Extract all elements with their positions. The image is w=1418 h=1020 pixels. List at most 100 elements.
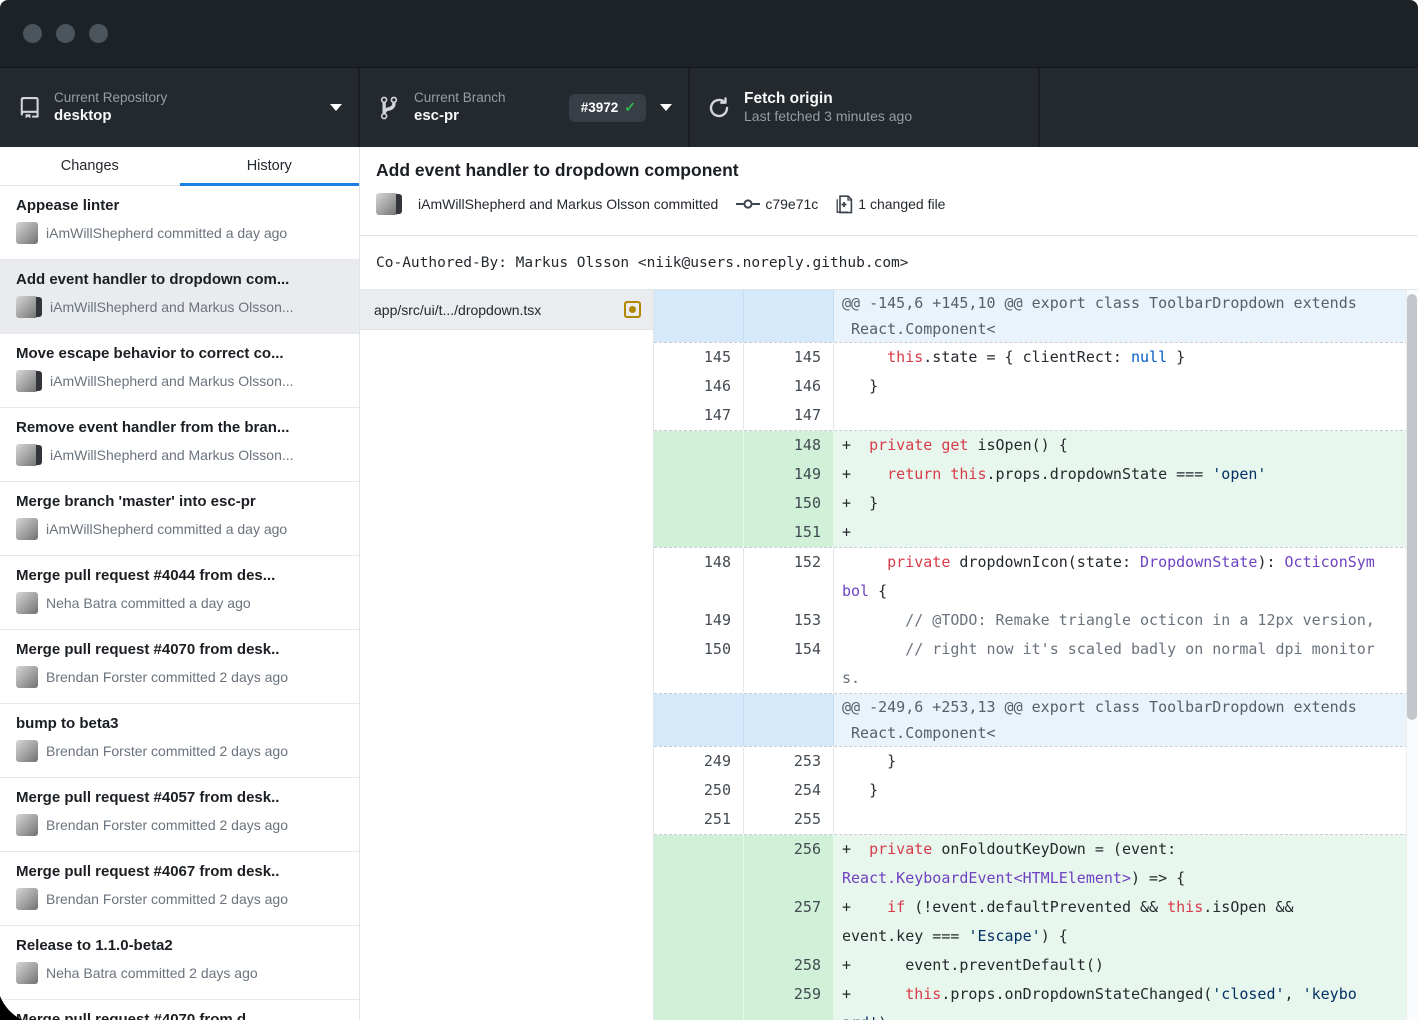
diff-code-line: this.state = { clientRect: null } xyxy=(842,343,1418,372)
file-path: app/src/ui/t.../dropdown.tsx xyxy=(374,302,624,318)
commit-list-item[interactable]: Merge pull request #4067 from desk..Bren… xyxy=(0,852,359,926)
old-line-number xyxy=(654,431,744,460)
current-repository-button[interactable]: Current Repository desktop xyxy=(0,68,360,147)
diff-code: @@ -145,6 +145,10 @@ export class Toolba… xyxy=(834,290,1418,342)
commit-summary: Merge branch 'master' into esc-pr xyxy=(16,493,343,510)
avatar xyxy=(16,592,38,614)
commit-byline-text: Brendan Forster committed 2 days ago xyxy=(46,669,288,685)
avatar xyxy=(16,518,38,540)
commit-summary: Remove event handler from the bran... xyxy=(16,419,343,436)
commit-title: Add event handler to dropdown component xyxy=(376,160,1402,181)
avatar xyxy=(376,193,398,215)
commit-list-item[interactable]: Move escape behavior to correct co...iAm… xyxy=(0,334,359,408)
commit-list-item[interactable]: Add event handler to dropdown com...iAmW… xyxy=(0,260,359,334)
diff-code: + private get isOpen() { xyxy=(834,431,1418,460)
fetch-origin-button[interactable]: Fetch origin Last fetched 3 minutes ago xyxy=(690,68,1040,147)
old-line-number: 148 xyxy=(654,548,744,606)
commit-byline-text: Brendan Forster committed 2 days ago xyxy=(46,891,288,907)
avatar xyxy=(16,444,38,466)
avatar xyxy=(16,666,38,688)
scrollbar-track[interactable] xyxy=(1406,290,1418,1020)
diff-row: 147147 xyxy=(654,401,1418,430)
commit-list-item[interactable]: Merge pull request #4070 from d... xyxy=(0,1000,359,1020)
tab-changes[interactable]: Changes xyxy=(0,147,180,185)
check-icon: ✓ xyxy=(624,99,636,116)
diff-code: + this.props.onDropdownStateChanged('clo… xyxy=(834,980,1418,1020)
diff-code-line: + this.props.onDropdownStateChanged('clo… xyxy=(842,980,1418,1009)
diff-row: 251255 xyxy=(654,805,1418,834)
diff-row: 145145 this.state = { clientRect: null } xyxy=(654,342,1418,372)
new-line-number: 146 xyxy=(744,372,834,401)
new-line-number: 148 xyxy=(744,431,834,460)
diff-code-line: event.key === 'Escape') { xyxy=(842,922,1418,951)
commit-summary: bump to beta3 xyxy=(16,715,343,732)
diff-code: + return this.props.dropdownState === 'o… xyxy=(834,460,1418,489)
commit-authors: iAmWillShepherd and Markus Olsson commit… xyxy=(418,196,718,212)
old-line-number: 147 xyxy=(654,401,744,430)
diff-row: 249253 } xyxy=(654,746,1418,776)
commit-list-item[interactable]: Appease linteriAmWillShepherd committed … xyxy=(0,186,359,260)
current-branch-button[interactable]: Current Branch esc-pr #3972 ✓ xyxy=(360,68,690,147)
changed-files-count: 1 changed file xyxy=(858,196,945,212)
pr-number-badge[interactable]: #3972 ✓ xyxy=(569,94,646,122)
commit-list-item[interactable]: Merge branch 'master' into esc-pr iAmWill… xyxy=(0,482,359,556)
file-row[interactable]: app/src/ui/t.../dropdown.tsx xyxy=(360,290,653,330)
commit-sha-group: c79e71c xyxy=(736,196,818,212)
commit-history-list: Appease linteriAmWillShepherd committed … xyxy=(0,186,359,1020)
old-line-number xyxy=(654,951,744,980)
diff-code: // right now it's scaled badly on normal… xyxy=(834,635,1418,693)
diff-code-line: // @TODO: Remake triangle octicon in a 1… xyxy=(842,606,1418,635)
avatar xyxy=(16,222,38,244)
diff-code: } xyxy=(834,372,1418,401)
minimize-window-button[interactable] xyxy=(56,24,75,43)
commit-summary: Merge pull request #4070 from d... xyxy=(16,1011,343,1020)
diff-code-line: @@ -249,6 +253,13 @@ export class Toolba… xyxy=(842,694,1418,720)
diff-code: } xyxy=(834,776,1418,805)
commit-list-item[interactable]: Merge pull request #4057 from desk..Bren… xyxy=(0,778,359,852)
git-branch-icon xyxy=(376,95,402,121)
sync-icon xyxy=(706,95,732,121)
diff-code-line xyxy=(842,401,1418,430)
diff-row: 258+ event.preventDefault() xyxy=(654,951,1418,980)
new-line-number: 145 xyxy=(744,343,834,372)
scrollbar-thumb[interactable] xyxy=(1407,294,1417,720)
diff-row: 256+ private onFoldoutKeyDown = (event:R… xyxy=(654,834,1418,893)
diff-code: @@ -249,6 +253,13 @@ export class Toolba… xyxy=(834,694,1418,746)
diff-code-line: + private get isOpen() { xyxy=(842,431,1418,460)
diff-row: 151+ xyxy=(654,518,1418,547)
commit-list-item[interactable]: Merge pull request #4044 from des...Neha… xyxy=(0,556,359,630)
avatar xyxy=(16,370,38,392)
commit-byline-text: iAmWillShepherd committed a day ago xyxy=(46,521,287,537)
old-line-number: 250 xyxy=(654,776,744,805)
new-line-number: 254 xyxy=(744,776,834,805)
commit-list-item[interactable]: bump to beta3Brendan Forster committed 2… xyxy=(0,704,359,778)
diff-code-line: } xyxy=(842,747,1418,776)
close-window-button[interactable] xyxy=(23,24,42,43)
zoom-window-button[interactable] xyxy=(89,24,108,43)
modified-dot-icon xyxy=(624,301,641,318)
commit-list-item[interactable]: Merge pull request #4070 from desk..Bren… xyxy=(0,630,359,704)
commit-byline-text: Neha Batra committed a day ago xyxy=(46,595,251,611)
diff-code-line: + private onFoldoutKeyDown = (event: xyxy=(842,835,1418,864)
new-line-number: 147 xyxy=(744,401,834,430)
repo-book-icon xyxy=(16,96,42,120)
avatar xyxy=(16,888,38,910)
commit-list-item[interactable]: Remove event handler from the bran...iAm… xyxy=(0,408,359,482)
commit-sha: c79e71c xyxy=(765,196,818,212)
commit-meta: iAmWillShepherd and Markus Olsson commit… xyxy=(376,193,1402,215)
diff-code-line: @@ -145,6 +145,10 @@ export class Toolba… xyxy=(842,290,1418,316)
avatar xyxy=(16,814,38,836)
old-line-number: 145 xyxy=(654,343,744,372)
diff-code-line: + return this.props.dropdownState === 'o… xyxy=(842,460,1418,489)
new-line-number: 259 xyxy=(744,980,834,1020)
git-commit-icon xyxy=(736,197,760,211)
tab-history[interactable]: History xyxy=(180,147,360,185)
diff-code-line: } xyxy=(842,372,1418,401)
commit-summary: Add event handler to dropdown com... xyxy=(16,271,343,288)
old-line-number xyxy=(654,893,744,951)
diff-row: 250254 } xyxy=(654,776,1418,805)
commit-list-item[interactable]: Release to 1.1.0-beta2Neha Batra committ… xyxy=(0,926,359,1000)
new-line-number: 257 xyxy=(744,893,834,951)
diff-code-line: React.Component< xyxy=(842,720,1418,746)
diff-row: 150+ } xyxy=(654,489,1418,518)
